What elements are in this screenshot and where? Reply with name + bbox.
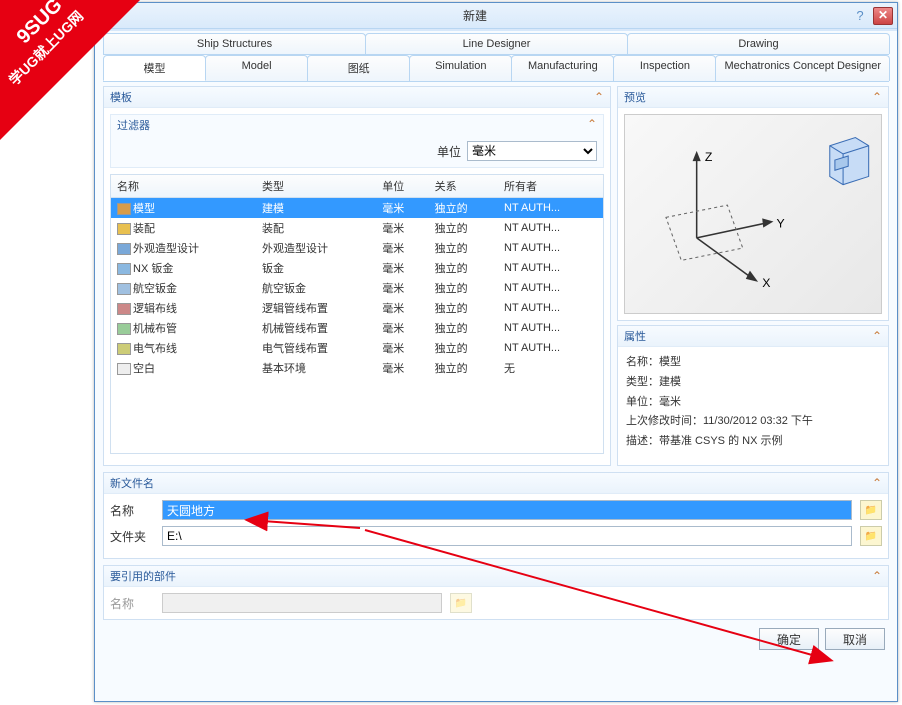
tab-mechatronics[interactable]: Mechatronics Concept Designer [715, 55, 890, 81]
name-input[interactable] [162, 500, 852, 520]
aero-icon [117, 283, 131, 295]
templates-section: 模板 ⌃ 过滤器 ⌃ 单位 毫米 [103, 86, 611, 466]
folder-icon: 📁 [865, 531, 877, 542]
folder-label: 文件夹 [110, 528, 154, 545]
tab-model[interactable]: Model [205, 55, 308, 81]
tab-model-cn[interactable]: 模型 [103, 55, 206, 81]
folder-icon: 📁 [865, 505, 877, 516]
filter-section: 过滤器 ⌃ 单位 毫米 [110, 114, 604, 168]
shape-icon [117, 243, 131, 255]
preview-canvas: Z Y X [624, 114, 882, 314]
tabs-row-2: 模型 Model 图纸 Simulation Manufacturing Ins… [103, 55, 889, 82]
properties-header: 属性 [624, 328, 872, 344]
watermark-text1: 9SUG [0, 0, 105, 86]
table-row[interactable]: 外观造型设计外观造型设计毫米独立的NT AUTH... [111, 238, 603, 258]
mech-icon [117, 323, 131, 335]
assembly-icon [117, 223, 131, 235]
browse-refpart-button[interactable]: 📁 [450, 593, 472, 613]
refpart-name-input [162, 593, 442, 613]
folder-input[interactable] [162, 526, 852, 546]
browse-name-button[interactable]: 📁 [860, 500, 882, 520]
help-button[interactable]: ? [851, 7, 869, 25]
ok-button[interactable]: 确定 [759, 628, 819, 650]
logic-icon [117, 303, 131, 315]
tab-simulation[interactable]: Simulation [409, 55, 512, 81]
refpart-header: 要引用的部件 [110, 568, 872, 584]
prop-desc: 描述：带基准 CSYS 的 NX 示例 [626, 432, 880, 452]
table-row[interactable]: 电气布线电气管线布置毫米独立的NT AUTH... [111, 338, 603, 358]
dialog-window: 新建 ? ✕ Ship Structures Line Designer Dra… [94, 2, 898, 702]
tab-manufacturing[interactable]: Manufacturing [511, 55, 614, 81]
table-row[interactable]: 装配装配毫米独立的NT AUTH... [111, 218, 603, 238]
table-row[interactable]: 模型建模毫米独立的NT AUTH... [111, 198, 603, 219]
preview-section: 预览 ⌃ Z Y [617, 86, 889, 321]
table-row[interactable]: 空白基本环境毫米独立的无 [111, 358, 603, 378]
collapse-icon[interactable]: ⌃ [872, 569, 882, 583]
name-label: 名称 [110, 502, 154, 519]
sheet-icon [117, 263, 131, 275]
window-title: 新建 [99, 7, 851, 24]
table-row[interactable]: NX 钣金钣金毫米独立的NT AUTH... [111, 258, 603, 278]
preview-header: 预览 [624, 89, 872, 105]
tab-drawing-cn[interactable]: 图纸 [307, 55, 410, 81]
templates-table[interactable]: 名称类型单位关系所有者 模型建模毫米独立的NT AUTH...装配装配毫米独立的… [111, 175, 603, 378]
column-header[interactable]: 所有者 [498, 175, 603, 198]
collapse-icon[interactable]: ⌃ [872, 90, 882, 104]
filter-header: 过滤器 [117, 117, 587, 133]
collapse-icon[interactable]: ⌃ [872, 329, 882, 343]
blank-icon [117, 363, 131, 375]
tab-ship-structures[interactable]: Ship Structures [103, 33, 366, 54]
column-header[interactable]: 类型 [256, 175, 376, 198]
svg-text:X: X [762, 276, 770, 290]
close-button[interactable]: ✕ [873, 7, 893, 25]
svg-text:Y: Y [777, 217, 785, 231]
newfile-section: 新文件名 ⌃ 名称 📁 文件夹 📁 [103, 472, 889, 559]
prop-unit: 单位：毫米 [626, 393, 880, 413]
svg-text:Z: Z [705, 150, 713, 164]
cube-icon [830, 138, 869, 185]
tab-inspection[interactable]: Inspection [613, 55, 716, 81]
templates-header: 模板 [110, 89, 594, 105]
prop-name: 名称：模型 [626, 353, 880, 373]
prop-modified: 上次修改时间：11/30/2012 03:32 下午 [626, 412, 880, 432]
refpart-section: 要引用的部件 ⌃ 名称 📁 [103, 565, 889, 620]
folder-icon: 📁 [455, 598, 467, 609]
newfile-header: 新文件名 [110, 475, 872, 491]
table-row[interactable]: 机械布管机械管线布置毫米独立的NT AUTH... [111, 318, 603, 338]
properties-section: 属性 ⌃ 名称：模型 类型：建模 单位：毫米 上次修改时间：11/30/2012… [617, 325, 889, 466]
collapse-icon[interactable]: ⌃ [594, 90, 604, 104]
titlebar: 新建 ? ✕ [95, 3, 897, 29]
column-header[interactable]: 关系 [429, 175, 498, 198]
browse-folder-button[interactable]: 📁 [860, 526, 882, 546]
model-icon [117, 203, 131, 215]
refpart-name-label: 名称 [110, 595, 154, 612]
column-header[interactable]: 名称 [111, 175, 256, 198]
tab-line-designer[interactable]: Line Designer [365, 33, 628, 54]
cancel-button[interactable]: 取消 [825, 628, 885, 650]
table-row[interactable]: 航空钣金航空钣金毫米独立的NT AUTH... [111, 278, 603, 298]
elec-icon [117, 343, 131, 355]
column-header[interactable]: 单位 [376, 175, 428, 198]
tabs-row-1: Ship Structures Line Designer Drawing [103, 33, 889, 55]
collapse-icon[interactable]: ⌃ [587, 117, 597, 133]
table-row[interactable]: 逻辑布线逻辑管线布置毫米独立的NT AUTH... [111, 298, 603, 318]
axes-icon: Z Y X [666, 150, 785, 290]
unit-select[interactable]: 毫米 [467, 141, 597, 161]
collapse-icon[interactable]: ⌃ [872, 476, 882, 490]
prop-type: 类型：建模 [626, 373, 880, 393]
tab-drawing[interactable]: Drawing [627, 33, 890, 54]
unit-label: 单位 [437, 143, 461, 160]
